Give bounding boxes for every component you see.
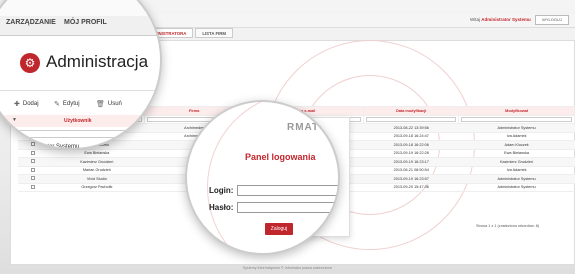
lens-table-header: ▼ Użytkownik <box>0 115 160 127</box>
lens-filter-input[interactable] <box>14 130 160 138</box>
logout-button[interactable]: WYLOGUJ <box>535 15 569 25</box>
cell-modified: 2013-09-20 15:47:36 <box>363 183 459 192</box>
cell-modified-by: Iva Adamek <box>458 132 575 141</box>
pencil-icon: ✎ <box>54 101 60 108</box>
row-checkbox[interactable] <box>31 159 36 164</box>
cell-user: Grzegorz Pacholik <box>49 183 145 192</box>
cell-user: Marian Grudzień <box>49 166 145 175</box>
edit-button[interactable]: ✎ Edytuj <box>54 100 80 108</box>
cell-user: Vivid Studio <box>49 174 145 184</box>
page-title: Administracja <box>46 52 149 71</box>
cell-modified-by: Administrator Systemu <box>458 174 575 184</box>
cell-modified-by: Administrator Systemu <box>458 183 575 192</box>
plus-icon: ✚ <box>14 101 20 108</box>
cell-modified-by: Iva Adamek <box>458 166 575 175</box>
cell-modified: 2013-09-19 16:22:26 <box>363 149 459 158</box>
password-label: Hasło: <box>209 203 234 212</box>
row-checkbox[interactable] <box>31 167 36 172</box>
cell-modified: 2013-08-22 13:39:56 <box>363 123 459 133</box>
current-user-name: Administrator Systemu <box>481 17 531 22</box>
cell-modified-by: Kazimierz Grudzień <box>458 157 575 167</box>
cell-modified: 2013-09-18 16:24:47 <box>363 132 459 141</box>
lens-tab-management[interactable]: ZARZĄDZANIE <box>6 19 56 26</box>
user-greeting: Witaj Administrator Systemu <box>470 17 531 22</box>
magnifier-lens-login: RMATOR Panel logowania Login: Hasło: Zal… <box>185 100 340 255</box>
app-window: Witaj Administrator Systemu WYLOGUJ ZARZ… <box>0 0 575 274</box>
filter-date-input[interactable] <box>366 117 457 122</box>
column-modified[interactable]: Data modyfikacji <box>363 106 460 116</box>
chevron-down-icon: ▼ <box>12 117 17 123</box>
gear-settings-icon: ⚙ <box>20 53 40 73</box>
cell-modified: 2013-08-21 08:50:54 <box>363 166 459 175</box>
lens-tab-my-profile[interactable]: MÓJ PROFIL <box>64 19 107 26</box>
cell-modified-by: Ewa Bielanska <box>458 149 575 158</box>
cell-modified-by: Administrator Systemu <box>458 123 575 133</box>
filter-modified-by-input[interactable] <box>461 117 572 122</box>
column-modified-by[interactable]: Modyfikował <box>458 106 575 116</box>
trash-icon: 🗑 <box>96 101 105 108</box>
add-button[interactable]: ✚ Dodaj <box>14 100 39 108</box>
password-input[interactable] <box>237 202 338 213</box>
footer-text: Systemy Informatyczne © Informator prawa… <box>242 266 333 270</box>
row-checkbox[interactable] <box>31 184 36 189</box>
tab-company-list[interactable]: LISTA FIRM <box>195 28 233 38</box>
cell-modified: 2013-09-19 16:23:57 <box>363 174 459 184</box>
magnifier-lens-admin: ZARZĄDZANIE MÓJ PROFIL ⚙ Administracja ✚… <box>0 0 162 150</box>
lens-brand-fragment: RMATOR <box>287 122 336 133</box>
cell-user: Kazimierz Grudzień <box>49 157 145 167</box>
login-title: Panel logowania <box>245 152 316 162</box>
login-input[interactable] <box>237 185 338 196</box>
pagination-info: Strona 1 z 1 (znaleziono rekordów: 8) <box>476 224 540 228</box>
login-submit-button[interactable]: Zaloguj <box>265 223 293 235</box>
cell-modified: 2013-09-18 16:22:06 <box>363 140 459 150</box>
cell-modified: 2013-09-19 16:23:17 <box>363 157 459 167</box>
cell-modified-by: Adam Kluczek <box>458 140 575 150</box>
lens-column-user: Użytkownik <box>64 118 92 124</box>
delete-button[interactable]: 🗑 Usuń <box>96 100 122 108</box>
login-label: Login: <box>209 186 234 195</box>
cell-user: Ewa Bielanska <box>49 149 145 158</box>
row-checkbox[interactable] <box>31 176 36 181</box>
row-checkbox[interactable] <box>31 150 36 155</box>
